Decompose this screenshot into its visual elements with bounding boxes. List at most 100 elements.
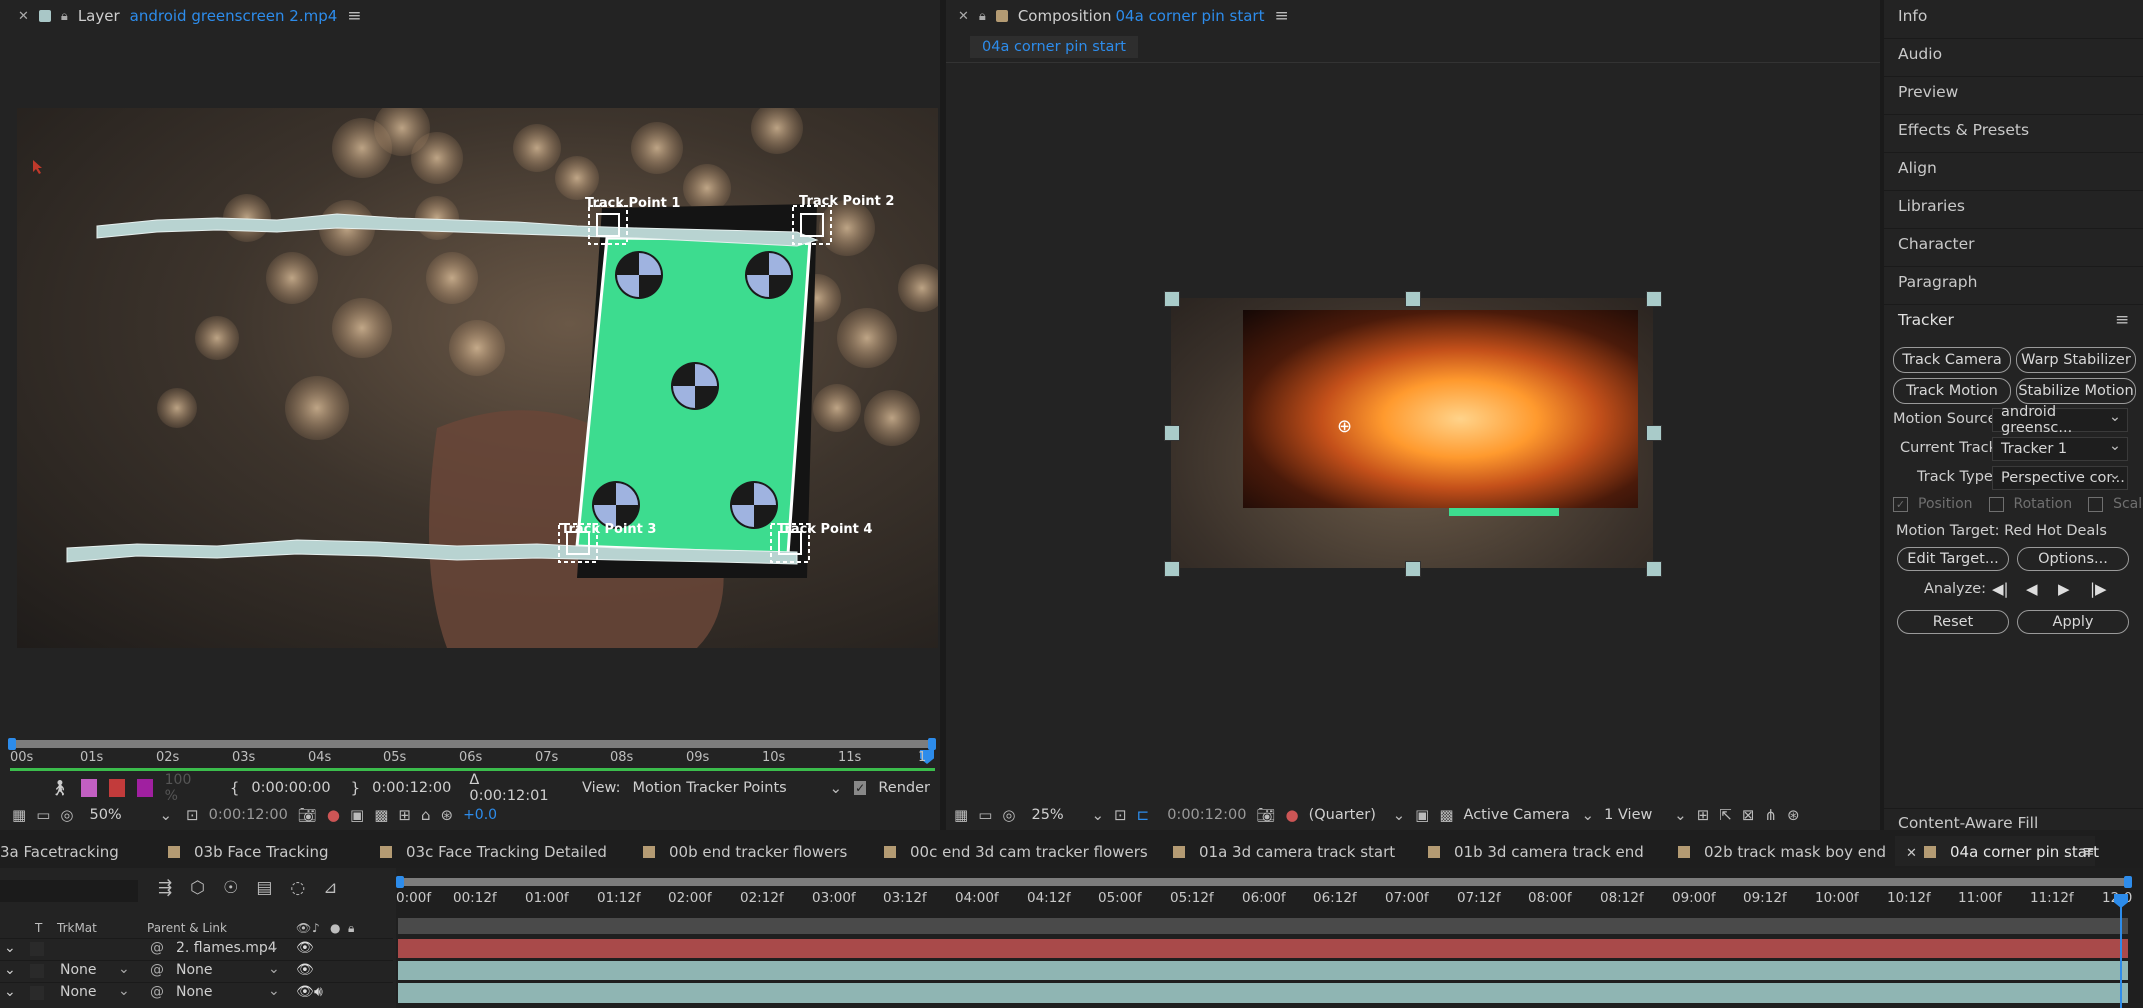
in-time[interactable]: 0:00:00:00 [251, 780, 330, 796]
panel-effects-presets[interactable]: Effects & Presets [1898, 121, 2029, 139]
exposure-icon[interactable]: ⊛ [1787, 806, 1800, 824]
timeline-tab[interactable]: 00c end 3d cam tracker flowers [884, 843, 1148, 861]
walk-icon[interactable]: 🚶︎ [50, 779, 69, 797]
parent-dropdown[interactable]: 2. flames.mp4 [176, 940, 277, 956]
rotation-checkbox[interactable] [1988, 496, 2004, 512]
render-checkbox[interactable]: ✓ [854, 781, 867, 795]
parent-dropdown[interactable]: None [176, 984, 213, 1000]
monitor-icon[interactable]: ▭ [36, 806, 50, 824]
timeline-tab[interactable]: 03c Face Tracking Detailed [380, 843, 607, 861]
in-point-icon[interactable]: { [230, 779, 240, 797]
layer-row[interactable]: ⌄ @ 2. flames.mp4 ⌄ 👁︎ [0, 938, 393, 960]
panel-menu-icon[interactable]: ≡ [2082, 842, 2095, 860]
region-icon[interactable]: ▣ [350, 806, 364, 824]
stabilize-motion-button[interactable]: Stabilize Motion [2016, 378, 2136, 404]
track-motion-button[interactable]: Track Motion [1893, 378, 2011, 404]
transform-handle[interactable] [1405, 561, 1421, 577]
position-checkbox[interactable]: ✓ [1893, 496, 1908, 512]
comp-zoom-dropdown[interactable]: 25% [1031, 807, 1081, 823]
transparency-icon[interactable]: ▩ [1439, 806, 1453, 824]
chevron-down-icon[interactable]: ⌄ [1393, 806, 1406, 824]
layer-time-ruler[interactable]: 00s 01s 02s 03s 04s 05s 06s 07s 08s 09s … [8, 738, 936, 774]
channels-icon[interactable]: ● [1285, 806, 1298, 824]
t-switch[interactable] [30, 942, 44, 956]
track-type-dropdown[interactable]: Perspective cor... [1992, 466, 2128, 490]
camera-dropdown[interactable]: Active Camera [1464, 807, 1572, 823]
grid-icon[interactable]: ▦ [954, 806, 968, 824]
export-icon[interactable]: ⇱ [1719, 806, 1732, 824]
timeline-tab[interactable]: 01a 3d camera track start [1173, 843, 1395, 861]
crosshair-icon[interactable]: ⊕ [1337, 416, 1352, 437]
apply-button[interactable]: Apply [2017, 610, 2129, 634]
warp-stabilizer-button[interactable]: Warp Stabilizer [2016, 347, 2136, 373]
crop-icon[interactable]: ⊡ [186, 806, 199, 824]
row-toggle[interactable]: ⌄ [4, 962, 16, 978]
views-dropdown[interactable]: 1 View [1604, 807, 1664, 823]
analyze-forward-frame-icon[interactable]: |▶ [2090, 580, 2107, 598]
parent-dropdown[interactable]: None [176, 962, 213, 978]
panel-paragraph[interactable]: Paragraph [1898, 273, 1977, 291]
pickwhip-icon[interactable]: @ [150, 962, 164, 978]
panel-align[interactable]: Align [1898, 159, 1937, 177]
camera-icon[interactable]: 📷︎ [1256, 806, 1275, 824]
track-bar-flames[interactable] [398, 939, 2128, 958]
lock-icon[interactable]: 🔒︎ [979, 9, 986, 24]
exposure-icon[interactable]: ⊛ [440, 806, 453, 824]
eye-icon[interactable]: 👁︎ [296, 984, 314, 1000]
shy-icon[interactable]: ☉ [223, 878, 238, 898]
panel-info[interactable]: Info [1898, 7, 1927, 25]
mask-icon[interactable]: ◎ [60, 806, 73, 824]
t-switch[interactable] [30, 964, 44, 978]
t-switch[interactable] [30, 986, 44, 1000]
chevron-down-icon[interactable]: ⌄ [1674, 806, 1687, 824]
track-bar-teal[interactable] [398, 961, 2128, 980]
grid-icon[interactable]: ▦ [12, 806, 26, 824]
chevron-down-icon[interactable]: ⌄ [268, 983, 280, 999]
close-icon[interactable]: ✕ [1906, 846, 1917, 861]
panel-character[interactable]: Character [1898, 235, 1975, 253]
timeline-tab[interactable]: 3a Facetracking [0, 843, 119, 861]
panel-menu-icon[interactable]: ≡ [1274, 6, 1288, 26]
timeline-tab[interactable]: 03b Face Tracking [168, 843, 329, 861]
monitor-icon[interactable]: ▭ [978, 806, 992, 824]
work-area-row[interactable] [398, 918, 2128, 934]
graph-editor-icon[interactable]: ⊿ [323, 878, 337, 898]
crop-icon[interactable]: ⊡ [1114, 806, 1127, 824]
layer-viewer[interactable]: Track Point 1 Track Point 2 Track Point … [17, 108, 938, 648]
transform-handle[interactable] [1164, 425, 1180, 441]
chevron-down-icon[interactable]: ⌄ [829, 779, 842, 797]
transform-handle[interactable] [1164, 291, 1180, 307]
timeline-tab[interactable]: 01b 3d camera track end [1428, 843, 1644, 861]
scale-checkbox[interactable] [2088, 496, 2104, 512]
tracker-icon-red[interactable] [108, 779, 125, 797]
track-bar-teal[interactable] [398, 983, 2128, 1003]
ruler-start-marker[interactable] [8, 738, 16, 750]
chevron-down-icon[interactable]: ⌄ [159, 806, 172, 824]
close-icon[interactable]: ✕ [958, 9, 969, 24]
analyze-back-frame-icon[interactable]: ◀| [1992, 580, 2009, 598]
layer-row[interactable]: ⌄ None ⌄ @ None ⌄ 👁︎ 🔊︎ [0, 982, 393, 1004]
layer-row[interactable]: ⌄ None ⌄ @ None ⌄ 👁︎ [0, 960, 393, 982]
tracker-icon-pink[interactable] [81, 779, 97, 797]
out-point-icon[interactable]: } [351, 779, 361, 797]
transform-handle[interactable] [1164, 561, 1180, 577]
channels-icon[interactable]: ● [327, 806, 340, 824]
close-icon[interactable]: ✕ [18, 9, 29, 24]
chevron-down-icon[interactable]: ⌄ [1582, 806, 1595, 824]
comp-breadcrumb-tab[interactable]: 04a corner pin start [970, 36, 1138, 58]
region-icon[interactable]: ▣ [1415, 806, 1429, 824]
motion-source-dropdown[interactable]: android greensc... [1992, 404, 2128, 436]
zoom-dropdown[interactable]: 50% [89, 807, 149, 823]
options-button[interactable]: Options... [2017, 547, 2129, 571]
3d-icon[interactable]: ⊠ [1742, 806, 1755, 824]
layout-icon[interactable]: ⊞ [1697, 806, 1710, 824]
view-dropdown[interactable]: Motion Tracker Points [632, 780, 817, 796]
chevron-down-icon[interactable]: ⌄ [118, 983, 130, 999]
frame-blend-icon[interactable]: ▤ [256, 878, 272, 898]
tracker-icon-purple[interactable] [136, 779, 153, 797]
chevron-down-icon[interactable]: ⌄ [268, 961, 280, 977]
comp-viewer[interactable]: ⊕ [1171, 298, 1653, 568]
resolution-dropdown[interactable]: (Quarter) [1309, 807, 1383, 823]
comp-current-time[interactable]: 0:00:12:00 [1167, 807, 1246, 823]
draft-3d-icon[interactable]: ⬡ [190, 878, 205, 898]
